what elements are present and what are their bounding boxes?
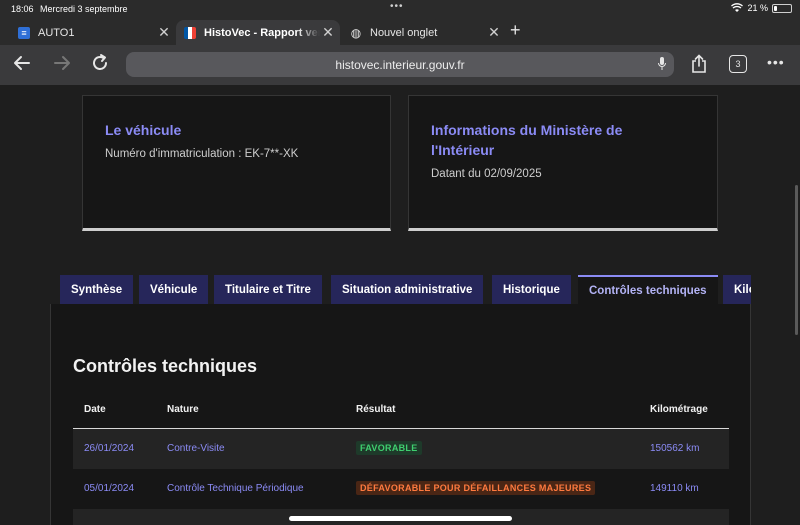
row-nature: Contre-Visite bbox=[167, 443, 225, 454]
multitasking-dots-icon[interactable]: ••• bbox=[390, 1, 404, 12]
registration-number: Numéro d'immatriculation : EK-7**-XK bbox=[105, 148, 299, 160]
microphone-icon[interactable] bbox=[658, 57, 666, 71]
more-options-icon[interactable]: ••• bbox=[767, 54, 785, 70]
vehicle-card-title: Le véhicule bbox=[105, 122, 182, 138]
share-icon[interactable] bbox=[690, 54, 708, 79]
column-header-mileage: Kilométrage bbox=[650, 404, 708, 415]
web-page: Le véhicule Numéro d'immatriculation : E… bbox=[0, 85, 800, 525]
tab-count-button[interactable]: 3 bbox=[729, 55, 747, 73]
url-text: histovec.interieur.gouv.fr bbox=[335, 57, 465, 72]
tab-situation-administrative[interactable]: Situation administrative bbox=[331, 275, 484, 304]
close-tab-icon[interactable]: ✕ bbox=[156, 24, 172, 41]
reload-icon[interactable] bbox=[90, 53, 110, 78]
section-title: Contrôles techniques bbox=[73, 356, 258, 376]
row-mileage: 150562 km bbox=[650, 443, 700, 454]
tab-title: AUTO1 bbox=[38, 26, 75, 39]
vehicle-card: Le véhicule Numéro d'immatriculation : E… bbox=[82, 95, 391, 231]
back-arrow-icon[interactable] bbox=[12, 53, 32, 78]
tab-controles-techniques[interactable]: Contrôles techniques bbox=[578, 275, 718, 304]
column-header-result: Résultat bbox=[356, 404, 396, 415]
wifi-icon bbox=[731, 3, 744, 12]
new-tab-plus-icon[interactable]: + bbox=[510, 20, 521, 41]
tab-title: Nouvel onglet bbox=[370, 26, 438, 39]
tab-strip: ≡ AUTO1 ✕ HistoVec - Rapport vendeur ✕ ◍… bbox=[0, 18, 800, 45]
column-header-date: Date bbox=[84, 404, 106, 415]
row-nature: Contrôle Technique Périodique bbox=[167, 483, 304, 494]
browser-toolbar: histovec.interieur.gouv.fr 3 ••• bbox=[0, 45, 800, 85]
row-date: 26/01/2024 bbox=[84, 443, 135, 454]
status-badge: FAVORABLE bbox=[356, 441, 422, 455]
close-tab-icon[interactable]: ✕ bbox=[320, 24, 336, 41]
close-tab-icon[interactable]: ✕ bbox=[486, 24, 502, 41]
data-date: Datant du 02/09/2025 bbox=[431, 168, 542, 180]
tab-kilometrage[interactable]: Kilométrage bbox=[723, 275, 751, 304]
home-indicator[interactable] bbox=[289, 516, 512, 521]
tab-titulaire[interactable]: Titulaire et Titre bbox=[214, 275, 322, 304]
page-scrollbar[interactable] bbox=[795, 185, 798, 335]
browser-tab-histovec[interactable]: HistoVec - Rapport vendeur ✕ bbox=[176, 20, 340, 45]
tab-historique[interactable]: Historique bbox=[492, 275, 571, 304]
forward-arrow-icon[interactable] bbox=[52, 53, 72, 78]
auto1-favicon-icon: ≡ bbox=[18, 26, 30, 39]
report-tabs: Synthèse Véhicule Titulaire et Titre Sit… bbox=[60, 275, 751, 304]
row-date: 05/01/2024 bbox=[84, 483, 135, 494]
column-header-nature: Nature bbox=[167, 404, 199, 415]
status-bar: 18:06 Mercredi 3 septembre ••• 21 % bbox=[0, 0, 800, 18]
browser-tab-auto1[interactable]: ≡ AUTO1 ✕ bbox=[8, 20, 176, 45]
controles-panel: Contrôles techniques Date Nature Résulta… bbox=[50, 304, 751, 525]
battery-percent: 21 % bbox=[747, 3, 768, 13]
battery-icon bbox=[772, 3, 792, 13]
status-time: 18:06 bbox=[11, 4, 34, 14]
tab-title: HistoVec - Rapport vendeur bbox=[204, 26, 320, 39]
status-right: 21 % bbox=[731, 3, 792, 13]
france-flag-icon bbox=[184, 26, 196, 39]
ministry-card-title: Informations du Ministère de l'Intérieur bbox=[431, 122, 623, 158]
globe-icon: ◍ bbox=[350, 25, 362, 40]
table-row: 05/01/2024 Contrôle Technique Périodique… bbox=[73, 469, 729, 509]
address-bar[interactable]: histovec.interieur.gouv.fr bbox=[126, 52, 674, 77]
ministry-card: Informations du Ministère de l'Intérieur… bbox=[408, 95, 718, 231]
table-row: 26/01/2024 Contre-Visite FAVORABLE 15056… bbox=[73, 429, 729, 469]
tab-synthese[interactable]: Synthèse bbox=[60, 275, 134, 304]
row-mileage: 149110 km bbox=[650, 483, 699, 494]
status-badge: DÉFAVORABLE POUR DÉFAILLANCES MAJEURES bbox=[356, 481, 596, 495]
status-date: Mercredi 3 septembre bbox=[40, 4, 128, 14]
tab-vehicule[interactable]: Véhicule bbox=[139, 275, 209, 304]
browser-tab-new[interactable]: ◍ Nouvel onglet ✕ bbox=[340, 20, 506, 45]
